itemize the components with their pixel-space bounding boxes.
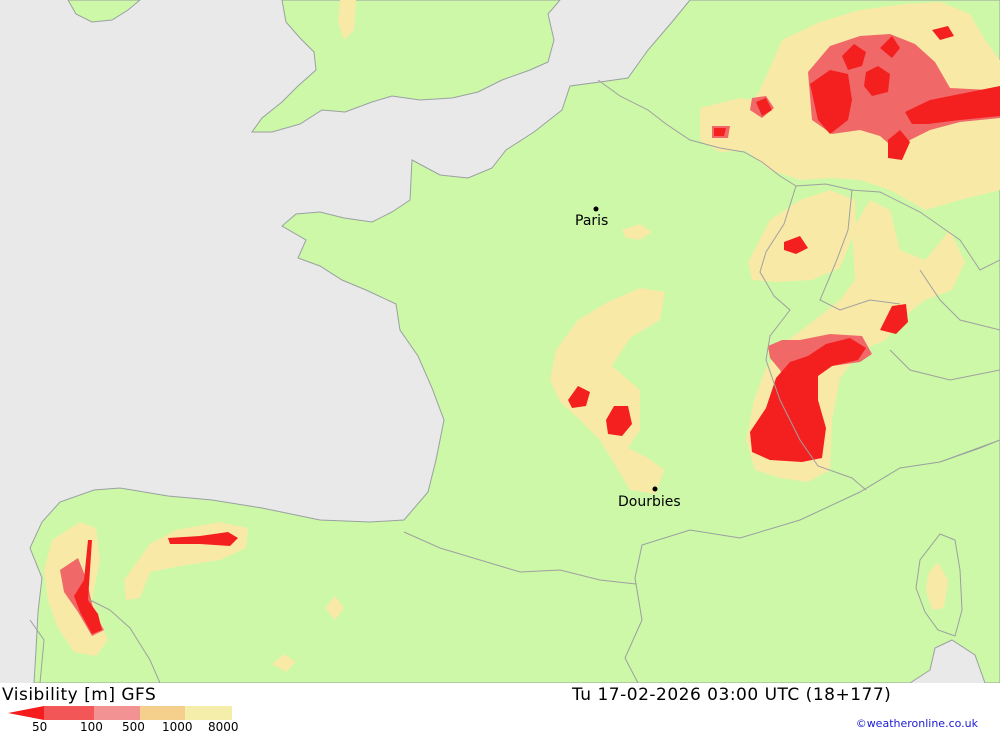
legend bbox=[0, 705, 240, 720]
legend-swatch-8000 bbox=[185, 706, 232, 720]
map-title: Visibility [m] GFS bbox=[2, 685, 157, 705]
forecast-datetime: Tu 17-02-2026 03:00 UTC (18+177) bbox=[572, 685, 892, 705]
legend-label-50: 50 bbox=[32, 720, 48, 734]
legend-bar bbox=[8, 706, 232, 720]
legend-swatch-1000 bbox=[140, 706, 185, 720]
city-dot-dourbies bbox=[652, 486, 658, 492]
city-label-dourbies: Dourbies bbox=[618, 494, 681, 510]
legend-label-8000: 8000 bbox=[208, 720, 239, 734]
visibility-map: Paris Dourbies bbox=[0, 0, 1000, 683]
map-canvas bbox=[0, 0, 1000, 683]
credit-link[interactable]: ©weatheronline.co.uk bbox=[856, 717, 978, 730]
legend-swatch-50 bbox=[8, 706, 44, 720]
legend-label-1000: 1000 bbox=[162, 720, 193, 734]
legend-label-500: 500 bbox=[122, 720, 145, 734]
legend-label-100: 100 bbox=[80, 720, 103, 734]
city-dot-paris bbox=[593, 206, 599, 212]
city-label-paris: Paris bbox=[575, 213, 609, 229]
legend-swatch-100 bbox=[44, 706, 94, 720]
map-footer: Visibility [m] GFS Tu 17-02-2026 03:00 U… bbox=[0, 683, 1000, 734]
legend-swatch-500 bbox=[94, 706, 140, 720]
